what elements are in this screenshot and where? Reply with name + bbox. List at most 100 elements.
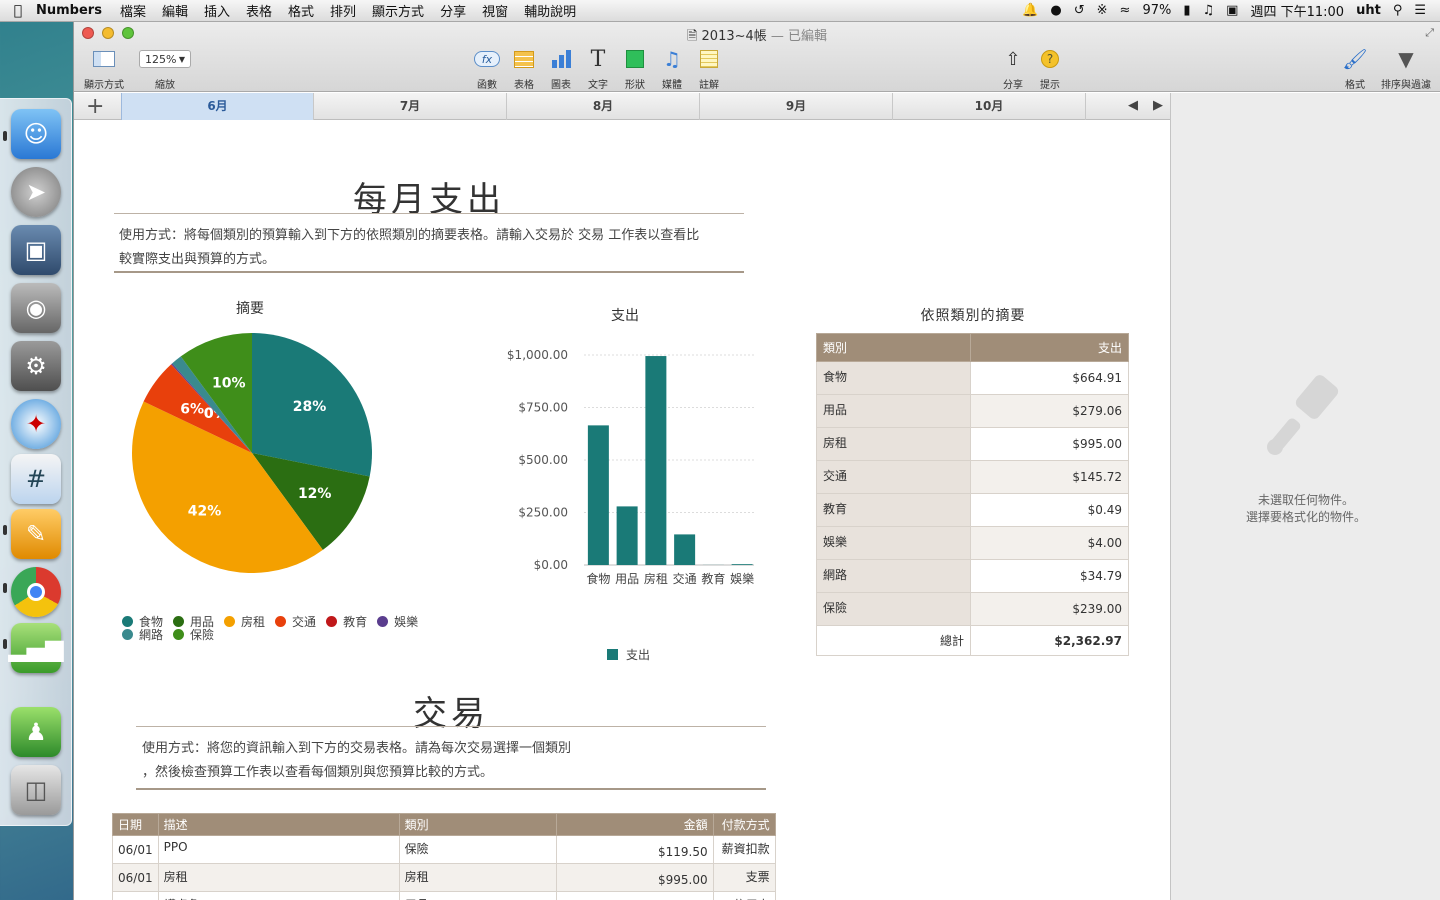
pie-chart[interactable]: 28%12%42%6% 0%0%10%: [124, 330, 374, 580]
table-row[interactable]: 06/01護桌角用品$2.45信用卡: [112, 891, 776, 900]
input-method-icon[interactable]: ▣: [1226, 3, 1238, 18]
summary-cell-category[interactable]: 網路: [816, 559, 971, 593]
sheet-tab-september[interactable]: 9月: [700, 93, 893, 120]
bar[interactable]: [587, 425, 609, 565]
tx-cell-payment[interactable]: 支票: [712, 863, 776, 892]
sheet-tab-july[interactable]: 7月: [314, 93, 507, 120]
spotlight-search-icon[interactable]: ⚲: [1393, 3, 1403, 18]
tx-header-amount[interactable]: 金額: [555, 813, 714, 836]
tx-cell-category[interactable]: 保險: [398, 835, 557, 864]
sheet-tab-august[interactable]: 8月: [507, 93, 700, 120]
summary-total-label[interactable]: 總計: [816, 625, 971, 656]
tx-cell-description[interactable]: 護桌角: [157, 891, 400, 900]
menu-table[interactable]: 表格: [246, 1, 272, 20]
hashtag-app-icon[interactable]: #: [11, 454, 61, 504]
table-row[interactable]: 06/01 房租 房租 $995.00 支票: [112, 863, 776, 892]
tx-cell-payment[interactable]: 信用卡: [712, 891, 776, 900]
add-sheet-icon[interactable]: +: [86, 94, 104, 119]
transactions-title[interactable]: 交易: [136, 686, 766, 735]
tx-cell-date[interactable]: 06/01: [112, 891, 159, 900]
zoom-control[interactable]: 125% ▼ 縮放: [137, 46, 193, 91]
summary-cell-spend[interactable]: $664.91: [970, 361, 1129, 395]
tx-header-date[interactable]: 日期: [112, 813, 159, 836]
summary-cell-category[interactable]: 房租: [816, 427, 971, 461]
summary-row[interactable]: 交通 $145.72: [816, 460, 1129, 494]
app-menu[interactable]: Numbers: [36, 3, 102, 18]
trash-icon[interactable]: ◫: [11, 765, 61, 815]
summary-cell-spend[interactable]: $0.49: [970, 493, 1129, 527]
menu-window[interactable]: 視窗: [482, 1, 508, 20]
menu-file[interactable]: 檔案: [120, 1, 146, 20]
bar[interactable]: [674, 534, 696, 565]
tx-header-category[interactable]: 類別: [398, 813, 557, 836]
comment-button[interactable]: 註解: [686, 46, 732, 91]
sheet-tab-october[interactable]: 10月: [893, 93, 1086, 120]
pages-icon[interactable]: ✎: [11, 509, 61, 559]
summary-header-spend[interactable]: 支出: [970, 333, 1129, 362]
system-preferences-icon[interactable]: ⚙: [11, 341, 61, 391]
menu-view[interactable]: 顯示方式: [372, 1, 424, 20]
facetime-camera-icon[interactable]: ◉: [11, 283, 61, 333]
summary-cell-spend[interactable]: $279.06: [970, 394, 1129, 428]
summary-total-value[interactable]: $2,362.97: [970, 625, 1129, 656]
tx-cell-amount[interactable]: $995.00: [555, 863, 714, 892]
wifi-icon[interactable]: ≈: [1120, 3, 1131, 18]
summary-cell-category[interactable]: 食物: [816, 361, 971, 395]
finder-icon[interactable]: ☺: [11, 109, 61, 159]
summary-row[interactable]: 教育 $0.49: [816, 493, 1129, 527]
menu-help[interactable]: 輔助說明: [524, 1, 576, 20]
pie-chart-title[interactable]: 摘要: [200, 298, 300, 318]
summary-row[interactable]: 娛樂 $4.00: [816, 526, 1129, 560]
clock[interactable]: 週四 下午11:00: [1250, 1, 1344, 20]
summary-row[interactable]: 房租 $995.00: [816, 427, 1129, 461]
summary-cell-spend[interactable]: $34.79: [970, 559, 1129, 593]
chrome-icon[interactable]: [11, 567, 61, 617]
tx-cell-description[interactable]: 房租: [157, 863, 400, 892]
safari-icon[interactable]: ✦: [11, 399, 61, 449]
summary-table-title[interactable]: 依照類別的摘要: [816, 305, 1130, 325]
table-row[interactable]: 06/01 PPO 保險 $119.50 薪資扣款: [112, 835, 776, 864]
apple-logo-icon[interactable]: : [0, 3, 36, 19]
tx-cell-description[interactable]: PPO: [157, 835, 400, 864]
sort-filter-button[interactable]: ▼ 排序與過濾: [1374, 46, 1438, 91]
battery-icon[interactable]: ▮: [1183, 3, 1190, 18]
summary-total-row[interactable]: 總計 $2,362.97: [816, 625, 1129, 656]
menu-format[interactable]: 格式: [288, 1, 314, 20]
bar[interactable]: [645, 356, 667, 565]
menu-share[interactable]: 分享: [440, 1, 466, 20]
summary-cell-category[interactable]: 交通: [816, 460, 971, 494]
bar-chart-title[interactable]: 支出: [575, 305, 675, 325]
user-menu[interactable]: uht: [1356, 3, 1381, 18]
summary-row[interactable]: 保險 $239.00: [816, 592, 1129, 626]
summary-row[interactable]: 食物 $664.91: [816, 361, 1129, 395]
tx-cell-date[interactable]: 06/01: [112, 863, 159, 892]
tips-button[interactable]: ? 提示: [1027, 46, 1073, 91]
tx-cell-payment[interactable]: 薪資扣款: [712, 835, 776, 864]
image-capture-icon[interactable]: ▣: [11, 225, 61, 275]
summary-cell-spend[interactable]: $4.00: [970, 526, 1129, 560]
sheet-tab-june[interactable]: 6月: [121, 93, 314, 120]
bar[interactable]: [731, 564, 753, 565]
menu-edit[interactable]: 編輯: [162, 1, 188, 20]
chat-bubble-icon[interactable]: ●: [1050, 3, 1061, 18]
view-button[interactable]: 顯示方式: [81, 46, 127, 91]
notification-bell-icon[interactable]: 🔔: [1022, 3, 1038, 18]
launchpad-icon[interactable]: ➤: [11, 167, 61, 217]
time-machine-icon[interactable]: ↺: [1074, 3, 1085, 18]
tx-header-description[interactable]: 描述: [157, 813, 400, 836]
volume-icon[interactable]: ♫: [1203, 3, 1215, 18]
bluetooth-icon[interactable]: ※: [1097, 3, 1108, 18]
summary-cell-spend[interactable]: $239.00: [970, 592, 1129, 626]
menu-arrange[interactable]: 排列: [330, 1, 356, 20]
summary-row[interactable]: 網路 $34.79: [816, 559, 1129, 593]
summary-header-category[interactable]: 類別: [816, 333, 971, 362]
transactions-table[interactable]: 日期 描述 類別 金額 付款方式 06/01 PPO 保險 $119.50 薪資扣款 06…: [112, 813, 776, 900]
contacts-app-icon[interactable]: ♟: [11, 707, 61, 757]
tx-cell-amount[interactable]: $2.45: [555, 891, 714, 900]
tx-header-payment[interactable]: 付款方式: [712, 813, 776, 836]
fullscreen-icon[interactable]: ⤢: [1425, 26, 1434, 40]
summary-table[interactable]: 類別 支出 食物 $664.91 用品 $279.06 房租 $995.00 交通 $145.…: [816, 333, 1129, 656]
summary-cell-category[interactable]: 教育: [816, 493, 971, 527]
transactions-instructions[interactable]: 使用方式：將您的資訊輸入到下方的交易表格。請為每次交易選擇一個類別 ，然後檢查預…: [142, 737, 767, 785]
zoom-select[interactable]: 125% ▼: [139, 50, 191, 68]
